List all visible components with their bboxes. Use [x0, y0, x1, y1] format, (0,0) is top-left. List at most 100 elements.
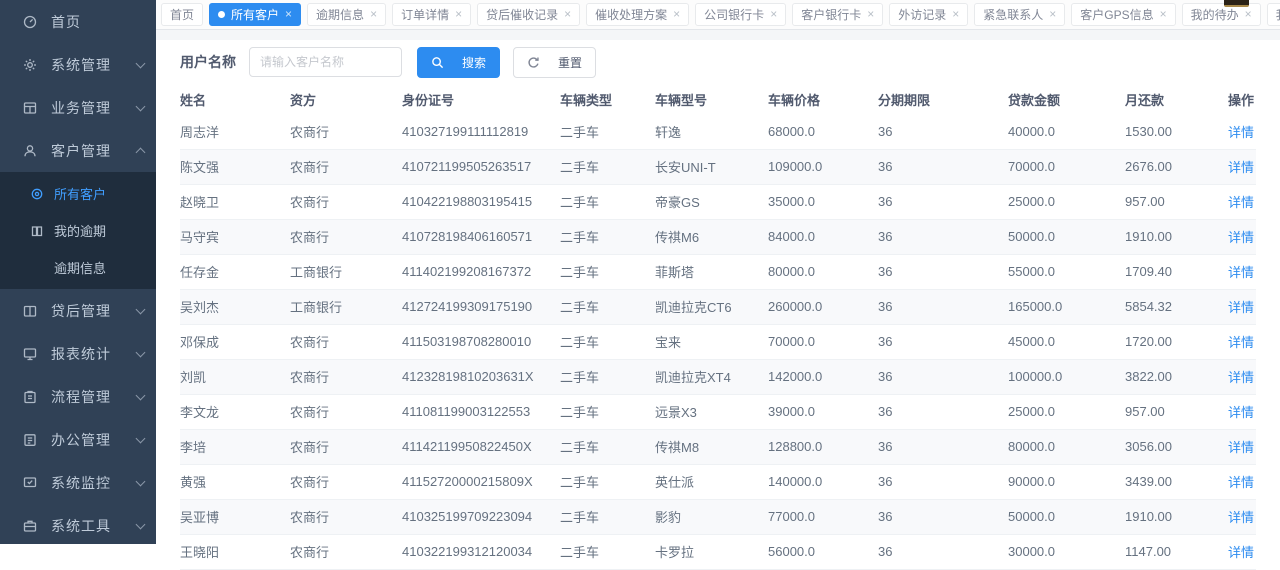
cell-0-3: 二手车 [560, 114, 655, 149]
tab-0[interactable]: 首页 [161, 3, 203, 26]
cell-4-4: 菲斯塔 [655, 254, 768, 289]
sidebar-item-6[interactable]: 流程管理 [0, 375, 156, 418]
wallet-icon [22, 303, 38, 319]
detail-link[interactable]: 详情 [1228, 125, 1254, 140]
cell-10-7: 90000.0 [1008, 464, 1125, 499]
sidebar-item-5[interactable]: 报表统计 [0, 332, 156, 375]
tab-12[interactable]: 我的流程× [1267, 3, 1280, 26]
tab-5[interactable]: 催收处理方案 × [586, 3, 689, 26]
table-header-row: 姓名资方身份证号车辆类型车辆型号车辆价格分期期限贷款金额月还款操作 [180, 84, 1256, 114]
close-icon[interactable]: × [1160, 8, 1167, 20]
cell-8-2: 411081199003122553 [402, 394, 560, 429]
chevron-down-icon [136, 519, 146, 529]
cell-7-5: 142000.0 [768, 359, 878, 394]
sidebar-subitem-1[interactable]: 我的逾期 [0, 212, 156, 249]
table-row: 周志洋农商行410327199111112819二手车轩逸68000.03640… [180, 114, 1256, 149]
detail-link[interactable]: 详情 [1228, 195, 1254, 210]
close-icon[interactable]: × [770, 8, 777, 20]
cell-2-4: 帝豪GS [655, 184, 768, 219]
detail-link[interactable]: 详情 [1228, 370, 1254, 385]
cell-3-8: 1910.00 [1125, 219, 1215, 254]
close-icon[interactable]: × [564, 8, 571, 20]
close-icon[interactable]: × [673, 8, 680, 20]
tab-7[interactable]: 客户银行卡 × [792, 3, 883, 26]
tab-8[interactable]: 外访记录× [889, 3, 968, 26]
detail-link[interactable]: 详情 [1228, 510, 1254, 525]
close-icon[interactable]: × [370, 8, 377, 20]
column-header-8: 月还款 [1125, 84, 1215, 114]
tab-label: 客户银行卡 [801, 6, 861, 23]
cell-8-1: 农商行 [290, 394, 402, 429]
cell-5-6: 36 [878, 289, 1008, 324]
cell-8-4: 远景X3 [655, 394, 768, 429]
detail-link[interactable]: 详情 [1228, 300, 1254, 315]
sidebar-subitem-0[interactable]: 所有客户 [0, 175, 156, 212]
customer-name-input[interactable] [249, 47, 402, 77]
sidebar-item-label: 报表统计 [51, 344, 137, 364]
cell-9-0: 李培 [180, 429, 290, 464]
cell-2-6: 36 [878, 184, 1008, 219]
close-icon[interactable]: × [285, 8, 292, 20]
cell-3-5: 84000.0 [768, 219, 878, 254]
cell-2-2: 410422198803195415 [402, 184, 560, 219]
detail-link[interactable]: 详情 [1228, 475, 1254, 490]
sidebar-item-3[interactable]: 客户管理 [0, 129, 156, 172]
sidebar-item-0[interactable]: 首页 [0, 0, 156, 43]
tab-10[interactable]: 客户GPS信息 × [1071, 3, 1175, 26]
cell-5-8: 5854.32 [1125, 289, 1215, 324]
close-icon[interactable]: × [1049, 8, 1056, 20]
tab-3[interactable]: 订单详情× [392, 3, 471, 26]
tab-9[interactable]: 紧急联系人× [974, 3, 1065, 26]
detail-link[interactable]: 详情 [1228, 160, 1254, 175]
close-icon[interactable]: × [455, 8, 462, 20]
tab-label: 催收处理方案 [595, 6, 667, 23]
sidebar-item-label: 办公管理 [51, 430, 137, 450]
close-icon[interactable]: × [952, 8, 959, 20]
cell-12-0: 王晓阳 [180, 534, 290, 569]
cell-2-1: 农商行 [290, 184, 402, 219]
cell-0-8: 1530.00 [1125, 114, 1215, 149]
tab-label: 我的流程 [1276, 6, 1280, 23]
sidebar-item-2[interactable]: 业务管理 [0, 86, 156, 129]
sidebar-item-9[interactable]: 系统工具 [0, 504, 156, 547]
sidebar-subitem-2[interactable]: 逾期信息 [0, 249, 156, 286]
sidebar-item-1[interactable]: 系统管理 [0, 43, 156, 86]
sidebar-item-8[interactable]: 系统监控 [0, 461, 156, 504]
user-icon [22, 143, 38, 159]
cell-2-3: 二手车 [560, 184, 655, 219]
tab-label: 首页 [170, 6, 194, 23]
chevron-down-icon [136, 390, 146, 400]
detail-link[interactable]: 详情 [1228, 545, 1254, 560]
cell-3-1: 农商行 [290, 219, 402, 254]
detail-link[interactable]: 详情 [1228, 440, 1254, 455]
detail-link[interactable]: 详情 [1228, 335, 1254, 350]
close-icon[interactable]: × [1245, 8, 1252, 20]
user-avatar-partial[interactable] [1224, 0, 1249, 7]
tab-label: 客户GPS信息 [1080, 6, 1153, 23]
cell-9-1: 农商行 [290, 429, 402, 464]
cell-0-7: 40000.0 [1008, 114, 1125, 149]
tab-11[interactable]: 我的待办× [1182, 3, 1261, 26]
content-divider [156, 30, 1280, 40]
detail-link[interactable]: 详情 [1228, 265, 1254, 280]
sidebar-item-label: 系统监控 [51, 473, 137, 493]
tab-2[interactable]: 逾期信息× [307, 3, 386, 26]
cell-10-4: 英仕派 [655, 464, 768, 499]
detail-link[interactable]: 详情 [1228, 405, 1254, 420]
cell-4-1: 工商银行 [290, 254, 402, 289]
tab-1[interactable]: 所有客户× [209, 3, 301, 26]
tab-6[interactable]: 公司银行卡× [695, 3, 786, 26]
cell-10-5: 140000.0 [768, 464, 878, 499]
tab-4[interactable]: 贷后催收记录× [477, 3, 580, 26]
cell-12-6: 36 [878, 534, 1008, 569]
sidebar-item-4[interactable]: 贷后管理 [0, 289, 156, 332]
cell-5-1: 工商银行 [290, 289, 402, 324]
cell-12-8: 1147.00 [1125, 534, 1215, 569]
close-icon[interactable]: × [867, 8, 874, 20]
sidebar-item-7[interactable]: 办公管理 [0, 418, 156, 461]
table-row: 吴亚博农商行410325199709223094二手车影豹77000.03650… [180, 499, 1256, 534]
table-row: 王晓阳农商行410322199312120034二手车卡罗拉56000.0363… [180, 534, 1256, 569]
detail-link[interactable]: 详情 [1228, 230, 1254, 245]
reset-button[interactable]: 重置 [513, 47, 596, 78]
search-button[interactable]: 搜索 [417, 47, 500, 78]
